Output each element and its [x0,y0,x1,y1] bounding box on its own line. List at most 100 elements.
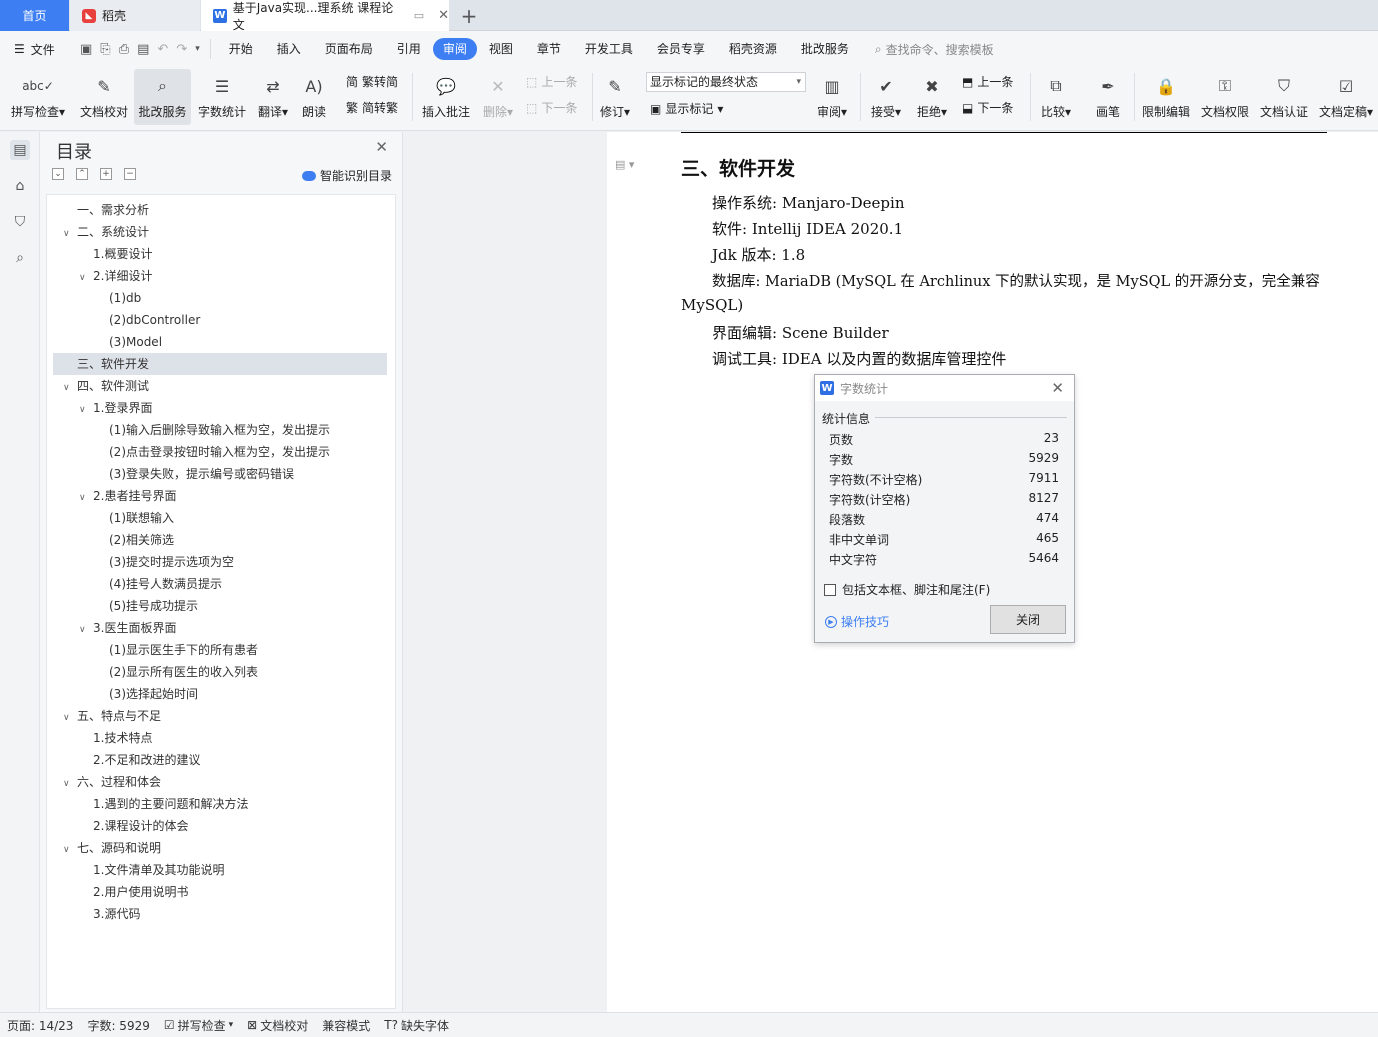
preview-icon[interactable]: ▤ [137,42,149,57]
new-tab-button[interactable]: + [455,0,483,31]
print-icon[interactable]: ⎙ [119,42,129,57]
review-pane-button[interactable]: ▥ 审阅▾ [812,69,852,125]
prev-comment-button[interactable]: ⬚ 上一条 [526,73,577,90]
prev-change-button[interactable]: ⬒ 上一条 [962,73,1013,90]
save-icon[interactable]: ▣ [80,42,92,57]
toc-item[interactable]: (5)挂号成功提示 [47,595,387,617]
toc-item[interactable]: ∨ 二、系统设计 [47,221,387,243]
redo-icon[interactable]: ↷ [176,42,187,57]
toc-item[interactable]: (3)提交时提示选项为空 [47,551,387,573]
close-button[interactable]: 关闭 [990,605,1066,634]
close-tab-icon[interactable]: ✕ [438,8,449,23]
bookmark-icon[interactable]: ⛉ [10,212,30,232]
menu-tab-7[interactable]: 开发工具 [573,38,645,60]
collapse-all-icon[interactable]: ⌄ [52,168,64,180]
chapter-nav-icon[interactable]: ⌂ [10,176,30,196]
tab-home[interactable]: 首页 [0,0,69,31]
chevron-down-icon[interactable]: ∨ [63,839,77,861]
export-icon[interactable]: ⎘ [100,42,110,57]
window-icon[interactable]: ▭ [414,9,424,22]
chevron-down-icon[interactable]: ∨ [79,487,93,509]
menu-tab-6[interactable]: 章节 [525,38,573,60]
word-count-button[interactable]: ☰ 字数统计 [194,69,250,125]
menu-tab-3[interactable]: 引用 [385,38,433,60]
chevron-down-icon[interactable]: ▾ [195,44,200,54]
toc-nav-icon[interactable]: ▤ [10,140,30,160]
doc-proofread-button[interactable]: ✎ 文档校对 [76,69,132,125]
toc-item[interactable]: ∨ 1.登录界面 [47,397,387,419]
next-comment-button[interactable]: ⬚ 下一条 [526,99,577,116]
pen-button[interactable]: ✒ 画笔 [1090,69,1126,125]
close-icon[interactable]: ✕ [1051,379,1064,397]
track-changes-button[interactable]: ✎ 修订▾ [596,69,634,125]
paragraph-marker-icon[interactable]: ▤ ▾ [615,158,634,171]
menu-tab-2[interactable]: 页面布局 [313,38,385,60]
toc-item[interactable]: (2)点击登录按钮时输入框为空，发出提示 [47,441,387,463]
chevron-down-icon[interactable]: ∨ [63,377,77,399]
doc-certify-button[interactable]: ⛉ 文档认证 [1256,69,1312,125]
add-heading-icon[interactable]: + [100,168,112,180]
menu-tab-0[interactable]: 开始 [217,38,265,60]
toc-item[interactable]: (1)联想输入 [47,507,387,529]
expand-up-icon[interactable]: ⌃ [76,168,88,180]
accept-button[interactable]: ✔ 接受▾ [866,69,906,125]
chevron-down-icon[interactable]: ∨ [63,223,77,245]
toc-item[interactable]: 2.用户使用说明书 [47,881,387,903]
chevron-down-icon[interactable]: ∨ [63,773,77,795]
restrict-edit-button[interactable]: 🔒 限制编辑 [1138,69,1194,125]
menu-tab-9[interactable]: 稻壳资源 [717,38,789,60]
toc-item[interactable]: (2)dbController [47,309,387,331]
dialog-title-bar[interactable]: W 字数统计 [815,375,1074,401]
toc-item[interactable]: ∨ 七、源码和说明 [47,837,387,859]
toc-item[interactable]: 3.源代码 [47,903,387,925]
toc-item[interactable]: (2)相关筛选 [47,529,387,551]
menu-tab-10[interactable]: 批改服务 [789,38,861,60]
toc-item[interactable]: 2.不足和改进的建议 [47,749,387,771]
chevron-down-icon[interactable]: ∨ [79,399,93,421]
missing-font-status[interactable]: T? 缺失字体 [377,1017,456,1034]
toc-item[interactable]: (3)选择起始时间 [47,683,387,705]
translate-button[interactable]: ⇄ 翻译▾ [252,69,294,125]
search-icon[interactable]: ⌕ [10,248,30,268]
show-markup-button[interactable]: ▣ 显示标记 ▾ [650,100,723,117]
tab-docer[interactable]: ◣ 稻壳 [70,0,200,31]
toc-item[interactable]: 1.技术特点 [47,727,387,749]
compare-button[interactable]: ⧉ 比较▾ [1036,69,1076,125]
toc-item[interactable]: 1.文件清单及其功能说明 [47,859,387,881]
toc-item[interactable]: (4)挂号人数满员提示 [47,573,387,595]
doc-permission-button[interactable]: ⚿ 文档权限 [1197,69,1253,125]
simp-to-trad-button[interactable]: 繁简转繁 [346,99,398,116]
spell-check-status[interactable]: ☑ 拼写检查 ▾ [157,1017,240,1034]
toc-item[interactable]: ∨ 四、软件测试 [47,375,387,397]
toc-item[interactable]: (1)输入后删除导致输入框为空，发出提示 [47,419,387,441]
word-count-indicator[interactable]: 字数: 5929 [80,1017,156,1034]
command-search[interactable]: ⌕ 查找命令、搜索模板 [875,41,994,58]
menu-tab-1[interactable]: 插入 [265,38,313,60]
tab-document[interactable]: W 基于Java实现...理系统 课程论文 ▭ ✕ [201,0,449,32]
reject-button[interactable]: ✖ 拒绝▾ [912,69,952,125]
trad-to-simp-button[interactable]: 简繁转简 [346,73,398,90]
remove-heading-icon[interactable]: − [124,168,136,180]
toc-item[interactable]: 2.课程设计的体会 [47,815,387,837]
toc-item[interactable]: (3)Model [47,331,387,353]
toc-item[interactable]: ∨ 2.详细设计 [47,265,387,287]
chevron-down-icon[interactable]: ∨ [79,267,93,289]
markup-state-select[interactable]: 显示标记的最终状态 ▾ [646,72,806,92]
include-textbox-checkbox[interactable]: 包括文本框、脚注和尾注(F) [824,581,990,598]
next-change-button[interactable]: ⬓ 下一条 [962,99,1013,116]
close-icon[interactable]: ✕ [375,138,388,156]
toc-item[interactable]: (1)显示医生手下的所有患者 [47,639,387,661]
toc-item[interactable]: (2)显示所有医生的收入列表 [47,661,387,683]
tips-link[interactable]: ▶ 操作技巧 [825,613,889,630]
doc-finalize-button[interactable]: ☑ 文档定稿▾ [1316,69,1376,125]
toc-item[interactable]: (1)db [47,287,387,309]
toc-item[interactable]: 一、需求分析 [47,199,387,221]
read-aloud-button[interactable]: A) 朗读 [297,69,331,125]
toc-item[interactable]: 三、软件开发 [53,353,387,375]
chevron-down-icon[interactable]: ∨ [79,619,93,641]
menu-tab-5[interactable]: 视图 [477,38,525,60]
grading-service-button[interactable]: ⌕ 批改服务 [134,69,191,125]
proofread-status[interactable]: ⊠ 文档校对 [240,1017,315,1034]
spell-check-button[interactable]: abc✓ 拼写检查▾ [6,69,70,125]
undo-icon[interactable]: ↶ [157,42,168,57]
